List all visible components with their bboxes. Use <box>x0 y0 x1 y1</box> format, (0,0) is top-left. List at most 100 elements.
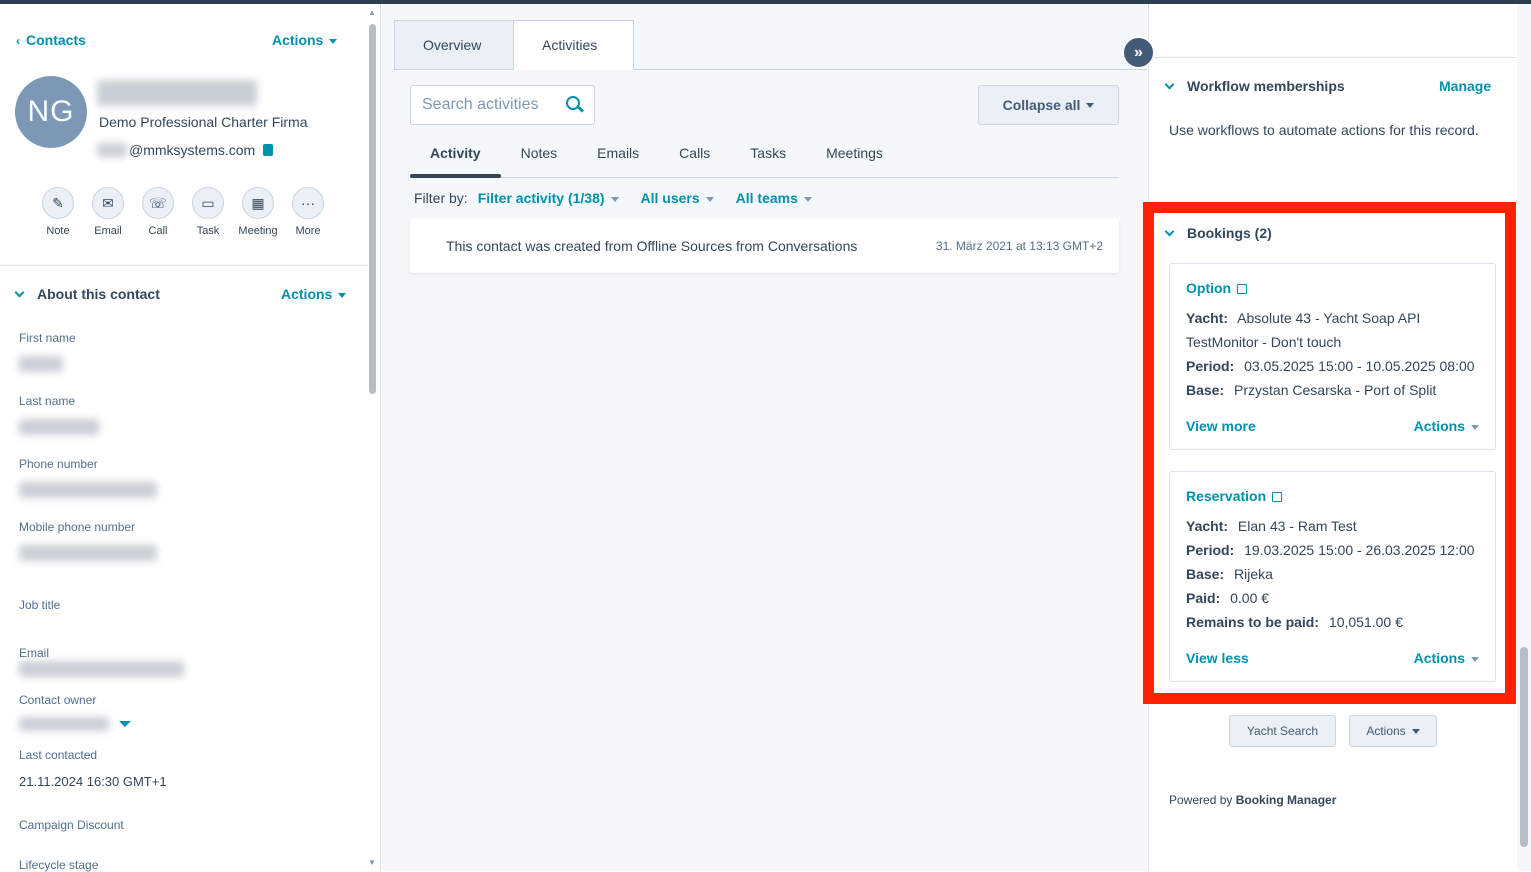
powered-by: Powered by Booking Manager <box>1169 793 1336 807</box>
about-actions-label: Actions <box>281 286 333 302</box>
quick-action-label: Task <box>196 225 220 237</box>
scrollbar-thumb[interactable] <box>369 24 376 394</box>
chevron-down-icon <box>14 287 25 298</box>
quick-action-task[interactable]: ▭ Task <box>183 187 233 237</box>
last-contacted-value: 21.11.2024 16:30 GMT+1 <box>19 774 167 789</box>
breadcrumb-contacts[interactable]: Contacts <box>26 32 86 48</box>
meeting-icon: ▦ <box>242 187 274 219</box>
tab-overview[interactable]: Overview <box>394 20 514 70</box>
filter-by-label: Filter by: <box>414 190 468 206</box>
email-domain: @mmksystems.com <box>129 142 256 158</box>
powered-by-brand: Booking Manager <box>1235 793 1337 807</box>
filter-activity-dropdown[interactable]: Filter activity (1/38) <box>478 190 619 206</box>
email-icon: ✉ <box>92 187 124 219</box>
owner-value <box>19 717 109 731</box>
owner-label: Contact owner <box>19 693 97 707</box>
workflow-section-toggle[interactable]: Workflow memberships <box>1164 78 1345 94</box>
divider <box>1149 57 1516 58</box>
activity-subtabs: Activity Notes Emails Calls Tasks Meetin… <box>410 144 1119 178</box>
quick-action-call[interactable]: ☏ Call <box>133 187 183 237</box>
workflow-manage-link[interactable]: Manage <box>1439 78 1491 94</box>
activity-item: This contact was created from Offline So… <box>410 218 1119 273</box>
search-placeholder: Search activities <box>422 96 539 113</box>
tab-activities[interactable]: Activities <box>513 20 634 70</box>
first-name-label: First name <box>19 331 76 345</box>
owner-select[interactable] <box>19 716 131 732</box>
quick-actions: ✎ Note ✉ Email ☏ Call ▭ Task ▦ Meeting ··· Mor… <box>33 187 333 237</box>
last-name-value[interactable] <box>19 419 99 435</box>
chevron-down-icon <box>1164 79 1175 90</box>
collapse-all-label: Collapse all <box>1002 97 1081 113</box>
tab-underline <box>634 69 1147 70</box>
scroll-up-icon[interactable]: ▲ <box>368 8 376 17</box>
call-icon: ☏ <box>142 187 174 219</box>
caret-down-icon <box>803 196 812 202</box>
scroll-down-icon[interactable]: ▼ <box>368 858 376 867</box>
booking-actions-label: Actions <box>1366 724 1406 738</box>
subtab-activity[interactable]: Activity <box>410 144 501 178</box>
all-teams-label: All teams <box>735 190 798 206</box>
quick-action-meeting[interactable]: ▦ Meeting <box>233 187 283 237</box>
contact-actions-dropdown[interactable]: Actions <box>272 32 338 48</box>
collapse-all-button[interactable]: Collapse all <box>978 85 1119 125</box>
quick-action-email[interactable]: ✉ Email <box>83 187 133 237</box>
mobile-value[interactable] <box>19 545 157 561</box>
powered-by-label: Powered by <box>1169 793 1233 807</box>
subtab-notes[interactable]: Notes <box>501 144 578 177</box>
campaign-label: Campaign Discount <box>19 818 124 832</box>
scrollbar-thumb[interactable] <box>1520 647 1528 847</box>
email-label: Email <box>19 646 50 660</box>
all-users-label: All users <box>640 190 700 206</box>
subtab-emails[interactable]: Emails <box>577 144 659 177</box>
subtab-tasks[interactable]: Tasks <box>730 144 806 177</box>
booking-buttons: Yacht Search Actions <box>1229 715 1437 747</box>
all-users-dropdown[interactable]: All users <box>641 190 714 206</box>
first-name-value[interactable] <box>19 356 63 372</box>
quick-action-label: More <box>295 225 321 237</box>
all-teams-dropdown[interactable]: All teams <box>736 190 812 206</box>
task-icon: ▭ <box>192 187 224 219</box>
mobile-label: Mobile phone number <box>19 520 136 534</box>
company-name: Demo Professional Charter Firma <box>99 114 308 130</box>
yacht-search-button[interactable]: Yacht Search <box>1229 715 1336 747</box>
left-scrollbar[interactable]: ▲ ▼ <box>368 8 376 867</box>
activity-message: This contact was created from Offline So… <box>446 238 858 254</box>
expand-sidebar-icon[interactable]: » <box>1122 36 1155 69</box>
contact-actions-label: Actions <box>272 32 324 48</box>
quick-action-note[interactable]: ✎ Note <box>33 187 83 237</box>
workflow-description: Use workflows to automate actions for th… <box>1169 122 1479 138</box>
breadcrumb[interactable]: ‹ Contacts <box>16 32 86 48</box>
quick-action-label: Email <box>94 225 122 237</box>
right-scrollbar[interactable] <box>1517 4 1531 871</box>
avatar[interactable]: NG <box>15 76 87 148</box>
workflow-title: Workflow memberships <box>1187 78 1345 94</box>
main-content: Overview Activities Search activities Co… <box>382 4 1147 871</box>
filter-bar: Filter by: Filter activity (1/38) All us… <box>414 190 834 206</box>
more-icon: ··· <box>292 187 324 219</box>
about-actions-dropdown[interactable]: Actions <box>281 286 347 302</box>
copy-icon[interactable] <box>263 144 274 156</box>
highlight-box <box>1143 202 1516 704</box>
phone-label: Phone number <box>19 457 98 471</box>
job-title-label: Job title <box>19 598 61 612</box>
quick-action-label: Meeting <box>238 225 278 237</box>
quick-action-label: Call <box>148 225 168 237</box>
search-icon[interactable] <box>566 96 580 110</box>
subtab-calls[interactable]: Calls <box>659 144 730 177</box>
lifecycle-label: Lifecycle stage <box>19 858 99 872</box>
contact-email: @mmksystems.com <box>97 142 274 158</box>
caret-down-icon <box>119 721 131 727</box>
caret-down-icon <box>1411 728 1420 734</box>
contact-sidebar: ‹ Contacts Actions NG Demo Professional C… <box>0 4 381 872</box>
booking-actions-button[interactable]: Actions <box>1349 715 1437 747</box>
about-section-toggle[interactable]: About this contact <box>14 286 160 302</box>
phone-value[interactable] <box>19 482 157 498</box>
caret-down-icon <box>610 196 619 202</box>
quick-action-label: Note <box>46 225 70 237</box>
email-value[interactable] <box>19 661 184 677</box>
subtab-meetings[interactable]: Meetings <box>806 144 903 177</box>
divider <box>0 265 368 266</box>
search-input[interactable]: Search activities <box>410 85 595 125</box>
quick-action-more[interactable]: ··· More <box>283 187 333 237</box>
email-redacted <box>97 143 127 157</box>
